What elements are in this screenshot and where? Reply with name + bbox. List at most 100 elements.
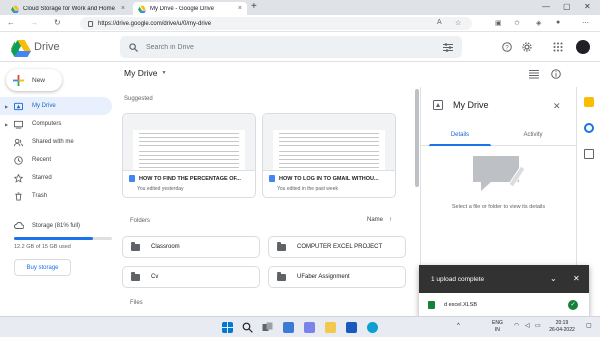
storage-label-row[interactable]: Storage (81% full) — [14, 222, 112, 229]
extensions-icon[interactable]: ◈ — [536, 19, 541, 27]
maximize-icon[interactable]: ▢ — [563, 2, 571, 11]
favorites-icon[interactable]: ✩ — [514, 19, 520, 27]
support-icon[interactable]: ? — [502, 42, 512, 52]
url-field[interactable]: https://drive.google.com/drive/u/0/my-dr… — [80, 17, 472, 30]
folder-item[interactable]: Classroom — [122, 236, 260, 258]
details-tabs: Details Activity — [421, 128, 576, 146]
back-icon[interactable]: ← — [7, 18, 15, 27]
folder-icon — [131, 241, 140, 251]
clock-tray[interactable]: 20:19 26-04-2022 — [545, 320, 579, 334]
tasks-icon[interactable] — [584, 123, 594, 133]
contacts-icon[interactable] — [584, 149, 594, 159]
browser-tab-my-drive[interactable]: My Drive - Google Drive × — [133, 2, 247, 15]
new-tab-icon[interactable]: + — [251, 1, 257, 12]
collections-icon[interactable]: ▣ — [495, 19, 502, 27]
start-windows-icon[interactable] — [222, 322, 233, 333]
tab-activity[interactable]: Activity — [507, 132, 559, 138]
list-view-icon[interactable] — [529, 69, 539, 79]
keep-icon[interactable] — [584, 97, 594, 107]
sidebar-item-label: Shared with me — [32, 139, 74, 145]
upload-file-name: d excel.XLSB — [444, 302, 478, 308]
folder-item[interactable]: UFaber Assignment — [268, 266, 406, 288]
suggested-file-card[interactable]: HOW TO LOG IN TO GMAIL WITHOU... You edi… — [262, 113, 396, 198]
page-title[interactable]: My Drive ▼ — [124, 68, 166, 78]
sidebar-item-trash[interactable]: Trash — [0, 187, 116, 205]
sidebar-item-my-drive[interactable]: ▶ My Drive — [0, 97, 112, 115]
upload-file-row[interactable]: d excel.XLSB ✓ — [419, 293, 589, 317]
volume-icon[interactable]: ◁ — [525, 323, 530, 330]
account-avatar[interactable] — [576, 40, 590, 54]
info-icon[interactable] — [551, 69, 561, 79]
sidebar-item-label: Trash — [32, 193, 48, 199]
search-input[interactable] — [146, 43, 435, 51]
buy-storage-button[interactable]: Buy storage — [14, 259, 71, 276]
sidebar-nav: ▶ My Drive ▶ Computers Shared with me Re… — [0, 97, 116, 205]
folder-name: Classroom — [151, 244, 180, 250]
notifications-icon[interactable]: ▢ — [586, 323, 592, 330]
apps-grid-icon[interactable] — [553, 42, 563, 52]
my-drive-icon — [14, 102, 23, 110]
search-icon[interactable] — [129, 42, 138, 52]
storage-section: Storage (81% full) 12.2 GB of 15 GB used — [14, 222, 112, 250]
close-tab-icon[interactable]: × — [121, 5, 125, 12]
file-subtitle: You edited in the past week — [277, 186, 338, 192]
sidebar-item-starred[interactable]: Starred — [0, 169, 116, 187]
tab-title: Cloud Storage for Work and Home — [23, 5, 115, 12]
widgets-icon[interactable] — [283, 322, 294, 333]
more-icon[interactable]: ⋯ — [582, 19, 589, 27]
battery-icon[interactable]: ▭ — [535, 323, 541, 330]
expand-arrow-icon[interactable]: ▶ — [5, 122, 8, 127]
wifi-icon[interactable]: ◠ — [514, 323, 519, 330]
forward-icon[interactable]: → — [30, 18, 38, 27]
close-upload-icon[interactable]: ✕ — [573, 274, 580, 283]
tab-details[interactable]: Details — [429, 132, 491, 138]
edge-browser-icon[interactable] — [367, 322, 378, 333]
sidebar-item-computers[interactable]: ▶ Computers — [0, 115, 116, 133]
window-close-icon[interactable]: ✕ — [584, 2, 591, 11]
suggested-file-card[interactable]: HOW TO FIND THE PERCENTAGE OF... You edi… — [122, 113, 256, 198]
tab-title: My Drive - Google Drive — [150, 5, 215, 12]
task-view-icon[interactable] — [262, 322, 273, 333]
folder-item[interactable]: COMPUTER EXCEL PROJECT — [268, 236, 406, 258]
reload-icon[interactable]: ↻ — [54, 18, 61, 27]
taskbar-search-icon[interactable] — [242, 322, 253, 333]
sort-control[interactable]: Name ↑ — [367, 217, 392, 223]
address-bar: ← → ↻ https://drive.google.com/drive/u/0… — [0, 15, 600, 32]
storage-progress-fill — [14, 237, 94, 240]
language-indicator[interactable]: ENG IN — [492, 320, 503, 334]
google-docs-icon — [129, 175, 135, 182]
collapse-chevron-icon[interactable]: ⌄ — [550, 274, 557, 283]
word-icon[interactable] — [346, 322, 357, 333]
cloud-icon — [14, 222, 24, 229]
new-button[interactable]: New — [6, 69, 62, 91]
folder-item[interactable]: Cv — [122, 266, 260, 288]
read-aloud-icon[interactable]: A — [437, 19, 442, 26]
language-region: IN — [494, 327, 500, 333]
close-tab-icon[interactable]: × — [238, 5, 242, 12]
sidebar-item-recent[interactable]: Recent — [0, 151, 116, 169]
minimize-icon[interactable]: — — [542, 2, 550, 11]
settings-gear-icon[interactable] — [522, 42, 532, 52]
tray-time: 20:19 — [555, 320, 569, 326]
chevron-down-icon: ▼ — [161, 70, 167, 76]
teams-chat-icon[interactable] — [304, 322, 315, 333]
sidebar-item-shared-with-me[interactable]: Shared with me — [0, 133, 116, 151]
close-icon[interactable]: ✕ — [553, 101, 561, 112]
search-bar[interactable] — [120, 36, 462, 58]
search-options-icon[interactable] — [443, 42, 453, 52]
favorite-star-icon[interactable]: ☆ — [455, 19, 461, 27]
lock-icon — [88, 20, 93, 27]
folders-heading: Folders — [130, 218, 151, 224]
upload-status-text: 1 upload complete — [431, 275, 485, 283]
show-hidden-icons[interactable]: ^ — [457, 323, 460, 330]
profile-icon[interactable]: ● — [556, 19, 560, 26]
file-explorer-icon[interactable] — [325, 322, 336, 333]
file-subtitle: You edited yesterday — [137, 186, 184, 192]
browser-tab-cloud-storage[interactable]: Cloud Storage for Work and Home × — [6, 2, 130, 15]
sort-arrow-up-icon[interactable]: ↑ — [389, 217, 392, 223]
sidebar-item-label: Starred — [32, 175, 52, 181]
sidebar-item-label: Recent — [32, 157, 52, 163]
page-title-text: My Drive — [124, 68, 158, 78]
scrollbar-thumb[interactable] — [415, 89, 419, 187]
expand-arrow-icon[interactable]: ▶ — [5, 104, 8, 109]
